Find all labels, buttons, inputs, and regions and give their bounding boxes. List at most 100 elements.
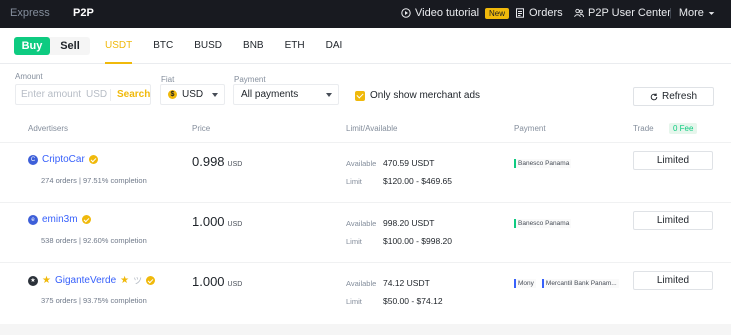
verified-badge-icon — [88, 155, 98, 164]
limit-label: Limit — [346, 296, 362, 306]
play-icon — [401, 8, 411, 18]
available-label: Available — [346, 278, 377, 288]
table-row: e emin3m 538 orders | 92.60% completion … — [0, 202, 731, 262]
chevron-down-icon — [708, 11, 715, 15]
orders-label: Orders — [529, 7, 563, 19]
limit-label: Limit — [346, 176, 362, 186]
payment-tag: Mony — [514, 279, 536, 288]
refresh-label: Refresh — [661, 91, 697, 102]
available-label: Available — [346, 218, 377, 228]
checkbox[interactable] — [355, 90, 365, 101]
orders-icon — [516, 8, 524, 18]
fiat-label: Fiat — [161, 75, 175, 84]
advertiser-stats: 538 orders | 92.60% completion — [41, 236, 147, 245]
payment-methods: Banesco Panama — [514, 159, 572, 168]
price: 0.998 USD — [192, 154, 243, 169]
avatar: ★ — [28, 275, 38, 286]
payment-label: Payment — [234, 75, 266, 84]
payment-value: All payments — [241, 89, 299, 100]
user-center-label: P2P User Center — [588, 7, 671, 19]
amount-input[interactable]: Enter amount USD Search — [15, 84, 151, 105]
payment-tag: Mercantil Bank Panam... — [541, 279, 619, 288]
header-trade: Trade — [633, 124, 654, 133]
advertiser-name[interactable]: GiganteVerde — [55, 275, 116, 286]
sell-tab[interactable]: Sell — [50, 37, 90, 55]
video-tutorial-link[interactable]: Video tutorial New — [401, 7, 510, 19]
advertiser-name[interactable]: emin3m — [42, 214, 78, 225]
refresh-icon — [650, 92, 658, 100]
ads-table: Advertisers Price Limit/Available Paymen… — [0, 114, 731, 324]
payment-methods: Mony Mercantil Bank Panam... — [514, 279, 619, 288]
coin-tabs: USDT BTC BUSD BNB ETH DAI — [105, 28, 363, 64]
star-icon: ★ — [120, 275, 130, 286]
price: 1.000 USD — [192, 274, 243, 289]
price-unit: USD — [227, 221, 243, 228]
nav-express[interactable]: Express — [10, 7, 50, 19]
chevron-down-icon — [326, 93, 332, 97]
advertiser-stats: 375 orders | 93.75% completion — [41, 296, 147, 305]
available-value: 74.12 USDT — [383, 278, 430, 288]
filters: Amount Enter amount USD Search Fiat $ US… — [0, 64, 731, 114]
price: 1.000 USD — [192, 214, 243, 229]
price-unit: USD — [227, 161, 243, 168]
table-row: C CriptoCar 274 orders | 97.51% completi… — [0, 142, 731, 202]
verified-badge-icon — [81, 215, 91, 224]
refresh-button[interactable]: Refresh — [633, 87, 714, 106]
tab-btc[interactable]: BTC — [153, 28, 173, 64]
tab-eth[interactable]: ETH — [285, 28, 305, 64]
payment-methods: Banesco Panama — [514, 219, 572, 228]
limited-button[interactable]: Limited — [633, 271, 713, 290]
dollar-icon: $ — [168, 90, 177, 99]
avatar: C — [28, 154, 38, 165]
available-value: 998.20 USDT — [383, 218, 435, 228]
header-price: Price — [192, 124, 211, 133]
amount-currency: USD — [86, 89, 108, 100]
search-button[interactable]: Search — [117, 89, 150, 100]
header-advertisers: Advertisers — [28, 124, 69, 133]
advertiser-name[interactable]: CriptoCar — [42, 154, 85, 165]
buy-sell-toggle: Buy Sell — [14, 37, 90, 55]
table-header: Advertisers Price Limit/Available Paymen… — [0, 114, 731, 142]
chevron-down-icon — [212, 93, 218, 97]
limited-button[interactable]: Limited — [633, 211, 713, 230]
amount-placeholder: Enter amount — [21, 89, 82, 100]
fiat-value: USD — [182, 89, 204, 100]
verified-badge-icon — [146, 276, 156, 285]
nav-p2p[interactable]: P2P — [73, 7, 94, 19]
payment-select[interactable]: All payments — [233, 84, 339, 105]
merchant-only-toggle[interactable]: Only show merchant ads — [355, 90, 480, 101]
buy-tab[interactable]: Buy — [14, 37, 50, 55]
amount-label: Amount — [15, 72, 43, 81]
sub-bar: Buy Sell USDT BTC BUSD BNB ETH DAI — [0, 28, 731, 64]
more-menu[interactable]: | More — [669, 7, 715, 19]
available-value: 470.59 USDT — [383, 158, 435, 168]
tab-busd[interactable]: BUSD — [194, 28, 222, 64]
limit-label: Limit — [346, 236, 362, 246]
users-icon — [574, 8, 584, 18]
tab-usdt[interactable]: USDT — [105, 28, 133, 64]
limit-value: $100.00 - $998.20 — [383, 236, 453, 246]
tab-dai[interactable]: DAI — [326, 28, 343, 64]
limit-available: Available 74.12 USDT Limit $50.00 - $74.12 — [346, 274, 443, 310]
fee-badge: 0 Fee — [669, 123, 698, 134]
orders-link[interactable]: Orders — [515, 7, 563, 19]
new-badge: New — [485, 7, 510, 19]
payment-tag: Banesco Panama — [514, 219, 572, 228]
fiat-select[interactable]: $ USD — [160, 84, 225, 105]
avatar: e — [28, 214, 38, 225]
divider: | — [669, 7, 672, 19]
merchant-only-label: Only show merchant ads — [370, 90, 481, 101]
user-center-link[interactable]: P2P User Center — [574, 7, 671, 19]
header-limit: Limit/Available — [346, 124, 398, 133]
payment-tag: Banesco Panama — [514, 159, 572, 168]
tab-bnb[interactable]: BNB — [243, 28, 264, 64]
table-row: ★ ★ GiganteVerde ★ ツ 375 orders | 93.75%… — [0, 262, 731, 322]
video-tutorial-label: Video tutorial — [415, 7, 480, 19]
ghost-icon: ツ — [133, 276, 143, 286]
advertiser-stats: 274 orders | 97.51% completion — [41, 176, 147, 185]
limit-value: $50.00 - $74.12 — [383, 296, 443, 306]
limit-value: $120.00 - $469.65 — [383, 176, 453, 186]
limited-button[interactable]: Limited — [633, 151, 713, 170]
star-icon: ★ — [42, 275, 51, 286]
limit-available: Available 470.59 USDT Limit $120.00 - $469… — [346, 154, 452, 190]
